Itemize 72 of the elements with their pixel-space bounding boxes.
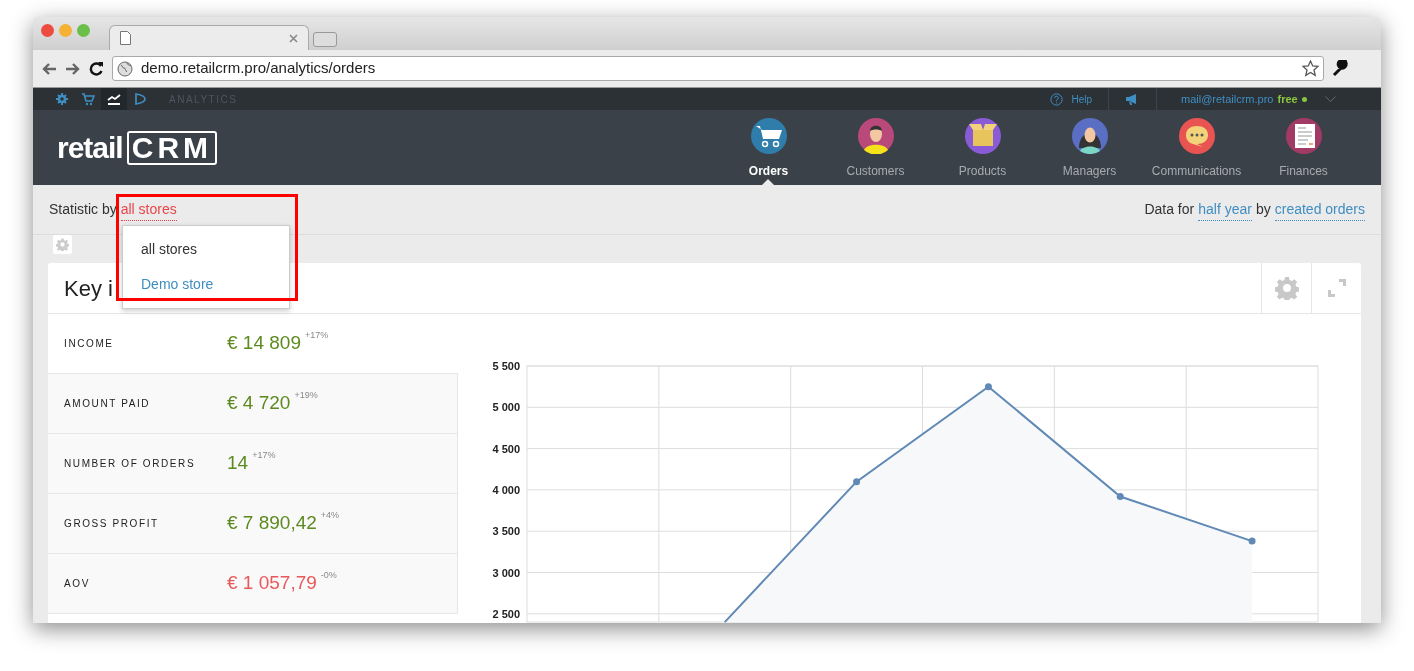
browser-tab[interactable] xyxy=(109,25,309,50)
cart-icon[interactable] xyxy=(81,92,95,106)
indicator-change: +17% xyxy=(304,328,329,342)
settings-icon[interactable] xyxy=(55,92,69,106)
woman-avatar-icon xyxy=(1071,118,1108,154)
logo: retail CRM xyxy=(57,125,218,170)
url-text[interactable]: demo.retailcrm.pro/analytics/orders xyxy=(141,57,376,80)
close-window-button[interactable] xyxy=(41,24,54,37)
forward-icon[interactable] xyxy=(65,61,81,76)
indicator-value: € 14 809 xyxy=(227,331,301,356)
chevron-down-icon[interactable] xyxy=(1324,96,1336,102)
axis-tick-label: 4 500 xyxy=(492,442,520,455)
filter-label: Statistic by xyxy=(49,199,117,219)
speech-bubble-icon xyxy=(1178,118,1215,154)
maximize-window-button[interactable] xyxy=(77,24,90,37)
indicator-value: € 4 720 xyxy=(227,391,291,416)
plan-label: free xyxy=(1277,91,1298,107)
indicator-change: +4% xyxy=(320,508,340,522)
data-point xyxy=(1116,493,1124,500)
help-link[interactable]: Help xyxy=(1071,91,1092,107)
indicator-change: -0% xyxy=(320,568,337,582)
status-dot-icon xyxy=(1301,96,1307,102)
nav-tab[interactable]: Managers xyxy=(1036,110,1143,185)
new-tab-button[interactable] xyxy=(313,32,337,47)
card-title: Key i xyxy=(64,274,113,303)
indicator-label: NUMBER OF ORDERS xyxy=(64,457,197,471)
axis-tick-label: 3 000 xyxy=(492,566,520,579)
axis-tick-label: 5 500 xyxy=(492,360,520,372)
settings-icon[interactable] xyxy=(56,238,69,251)
indicator-label: AOV xyxy=(64,577,91,591)
axis-tick-label: 4 000 xyxy=(492,483,520,496)
store-option[interactable]: Demo store xyxy=(123,267,289,302)
axis-tick-label: 3 500 xyxy=(492,525,520,538)
data-point xyxy=(853,478,861,486)
expand-icon xyxy=(1327,279,1346,297)
indicator-label: INCOME xyxy=(64,337,115,351)
close-tab-icon[interactable] xyxy=(289,34,298,43)
indicator-value: € 7 890,42 xyxy=(227,511,317,536)
reload-icon[interactable] xyxy=(89,61,104,76)
indicator-value: € 1 057,79 xyxy=(227,571,317,596)
axis-tick-label: 5 000 xyxy=(492,401,520,414)
indicator-change: +19% xyxy=(294,388,318,402)
nav-tab[interactable]: Products xyxy=(929,110,1036,185)
data-point xyxy=(1248,537,1256,545)
data-point xyxy=(984,383,992,391)
basis-link[interactable]: created orders xyxy=(1274,198,1365,221)
axis-tick-label: 2 500 xyxy=(492,607,520,620)
nav-tab[interactable]: Communications xyxy=(1143,110,1250,185)
indicator-label: AMOUNT PAID xyxy=(64,397,152,411)
indicator-change: +17% xyxy=(252,448,276,462)
account-email[interactable]: mail@retailcrm.pro xyxy=(1181,90,1274,108)
man-avatar-icon xyxy=(857,118,894,154)
settings-icon xyxy=(1274,276,1299,300)
period-label: Data for xyxy=(1144,199,1195,219)
store-filter-link[interactable]: all stores xyxy=(120,198,177,221)
period-link[interactable]: half year xyxy=(1198,198,1252,221)
indicator-value: 14 xyxy=(227,451,249,476)
nav-tab[interactable]: Orders xyxy=(715,110,822,185)
indicator-label: GROSS PROFIT xyxy=(64,517,160,531)
document-icon xyxy=(1285,118,1322,154)
nav-tab[interactable]: Customers xyxy=(822,110,929,185)
help-icon[interactable] xyxy=(1050,92,1064,106)
play-icon[interactable] xyxy=(133,92,147,106)
store-option[interactable]: all stores xyxy=(123,232,289,267)
page-icon xyxy=(120,31,131,45)
box-icon xyxy=(964,118,1001,154)
star-icon[interactable] xyxy=(1302,60,1319,77)
basis-label: by xyxy=(1255,199,1271,219)
chart-icon[interactable] xyxy=(107,92,121,106)
cart-icon xyxy=(750,118,787,154)
nav-tab[interactable]: Finances xyxy=(1250,110,1357,185)
back-icon[interactable] xyxy=(41,61,57,76)
